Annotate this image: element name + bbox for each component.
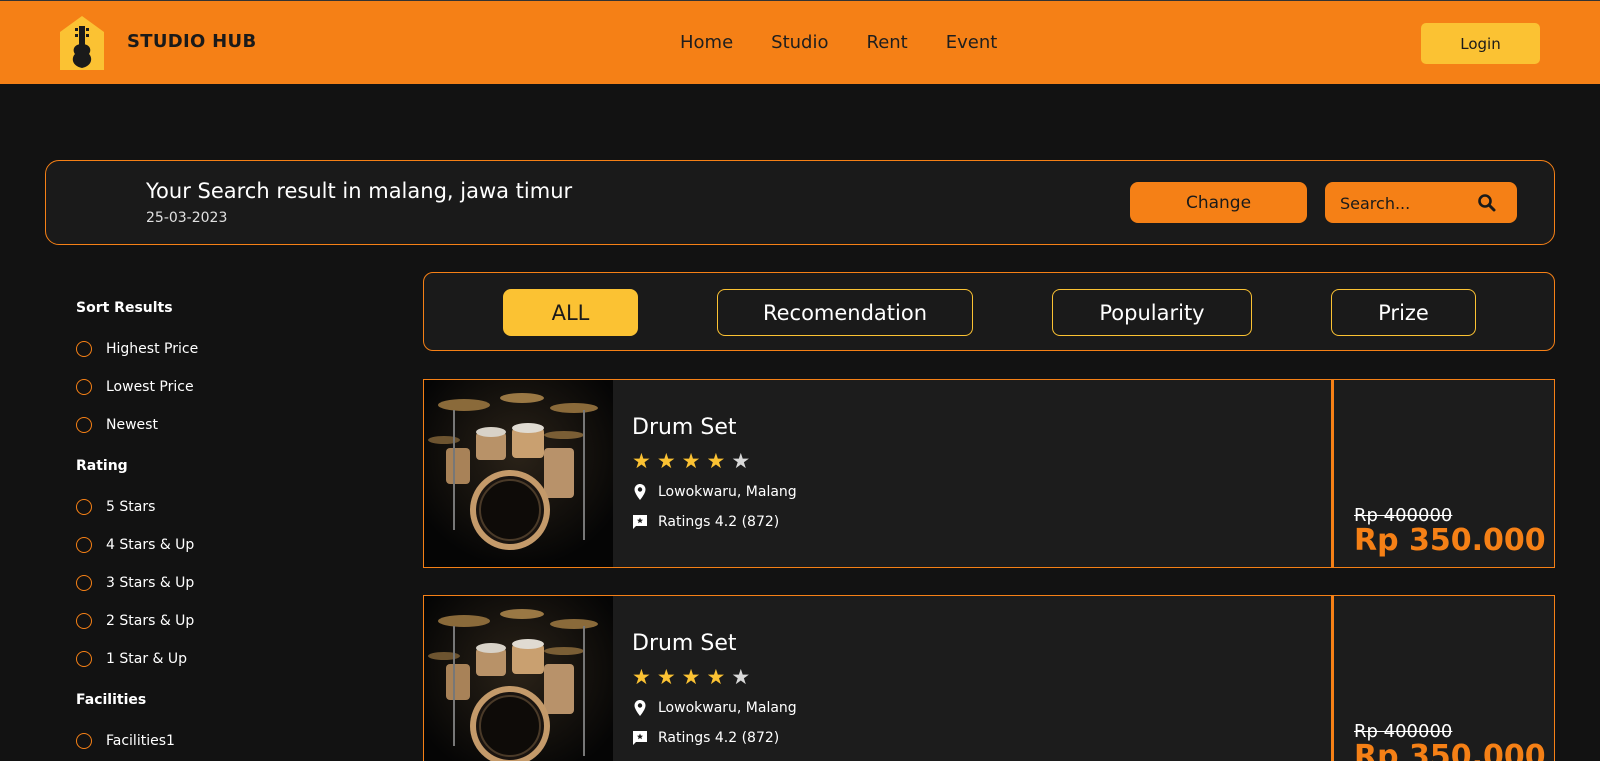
star-rating: ★ ★ ★ ★ ★ [632,666,750,688]
guitar-logo-icon[interactable] [60,16,104,70]
rating-section: Rating 5 Stars 4 Stars & Up 3 Stars & Up… [76,458,376,678]
search-input[interactable] [1340,192,1480,214]
nav-link-home[interactable]: Home [680,32,733,53]
star-filled-icon: ★ [706,665,726,689]
search-summary-panel: Your Search result in malang, jawa timur… [45,160,1555,245]
facilities-section: Facilities Facilities1 [76,692,376,760]
radio-button[interactable] [76,499,92,515]
radio-button[interactable] [76,537,92,553]
login-button[interactable]: Login [1421,23,1540,64]
price-divider [1331,379,1334,568]
discount-price: Rp 350.000 [1354,523,1546,558]
sort-option-newest[interactable]: Newest [76,406,376,444]
option-label: Facilities1 [106,733,175,749]
tab-popularity[interactable]: Popularity [1052,289,1252,336]
option-label: Highest Price [106,341,199,357]
tab-all[interactable]: ALL [503,289,638,336]
sort-option-lowest-price[interactable]: Lowest Price [76,368,376,406]
star-empty-icon: ★ [731,449,751,473]
discount-price: Rp 350.000 [1354,739,1546,761]
star-filled-icon: ★ [706,449,726,473]
ratings-text: Ratings 4.2 (872) [658,730,780,746]
tab-recomendation[interactable]: Recomendation [717,289,973,336]
rating-option-1[interactable]: 1 Star & Up [76,640,376,678]
star-empty-icon: ★ [731,665,751,689]
nav-link-rent[interactable]: Rent [867,32,908,53]
star-filled-icon: ★ [681,449,701,473]
location-row: Lowokwaru, Malang [632,484,797,500]
radio-button[interactable] [76,341,92,357]
change-button[interactable]: Change [1130,182,1307,223]
star-rating: ★ ★ ★ ★ ★ [632,450,750,472]
star-filled-icon: ★ [656,449,676,473]
nav-links: Home Studio Rent Event [680,32,1035,53]
search-date: 25-03-2023 [146,210,228,226]
nav-link-studio[interactable]: Studio [771,32,828,53]
option-label: Newest [106,417,158,433]
option-label: 2 Stars & Up [106,613,195,629]
rating-option-4[interactable]: 4 Stars & Up [76,526,376,564]
radio-button[interactable] [76,417,92,433]
location-row: Lowokwaru, Malang [632,700,797,716]
star-filled-icon: ★ [656,665,676,689]
sort-option-highest-price[interactable]: Highest Price [76,330,376,368]
star-filled-icon: ★ [681,665,701,689]
studio-card[interactable]: Drum Set ★ ★ ★ ★ ★ Lowokwaru, Malang Ratings… [423,595,1555,761]
facilities-option-1[interactable]: Facilities1 [76,722,376,760]
navbar: STUDIO HUB Home Studio Rent Event Login [0,0,1600,84]
star-filled-icon: ★ [632,449,651,473]
sort-heading: Sort Results [76,300,173,316]
drum-set-image [424,596,613,761]
location-pin-icon [634,700,646,716]
drum-kit-icon [424,596,613,761]
rating-option-2[interactable]: 2 Stars & Up [76,602,376,640]
studio-card[interactable]: Drum Set ★ ★ ★ ★ ★ Lowokwaru, Malang Ratings… [423,379,1555,568]
radio-button[interactable] [76,733,92,749]
price-divider [1331,595,1334,761]
review-icon [633,731,647,745]
ratings-row: Ratings 4.2 (872) [632,514,779,530]
review-icon [633,515,647,529]
ratings-text: Ratings 4.2 (872) [658,514,780,530]
rating-option-5[interactable]: 5 Stars [76,488,376,526]
option-label: Lowest Price [106,379,194,395]
option-label: 4 Stars & Up [106,537,195,553]
tab-prize[interactable]: Prize [1331,289,1476,336]
ratings-row: Ratings 4.2 (872) [632,730,779,746]
radio-button[interactable] [76,575,92,591]
option-label: 1 Star & Up [106,651,188,667]
brand-name[interactable]: STUDIO HUB [127,31,256,52]
star-filled-icon: ★ [632,665,651,689]
radio-button[interactable] [76,613,92,629]
facilities-heading: Facilities [76,692,147,708]
filter-tabs: ALL Recomendation Popularity Prize [423,272,1555,351]
nav-link-event[interactable]: Event [946,32,998,53]
location-text: Lowokwaru, Malang [658,484,797,500]
radio-button[interactable] [76,379,92,395]
location-pin-icon [634,484,646,500]
drum-kit-icon [424,380,613,567]
rating-option-3[interactable]: 3 Stars & Up [76,564,376,602]
card-title[interactable]: Drum Set [632,631,736,656]
card-title[interactable]: Drum Set [632,415,736,440]
search-result-title: Your Search result in malang, jawa timur [146,179,573,203]
radio-button[interactable] [76,651,92,667]
rating-heading: Rating [76,458,128,474]
filter-sidebar: Sort Results Highest Price Lowest Price … [76,300,376,761]
search-box[interactable] [1325,182,1517,223]
option-label: 3 Stars & Up [106,575,195,591]
drum-set-image [424,380,613,567]
sort-section: Sort Results Highest Price Lowest Price … [76,300,376,444]
search-icon[interactable] [1477,193,1497,213]
location-text: Lowokwaru, Malang [658,700,797,716]
option-label: 5 Stars [106,499,156,515]
